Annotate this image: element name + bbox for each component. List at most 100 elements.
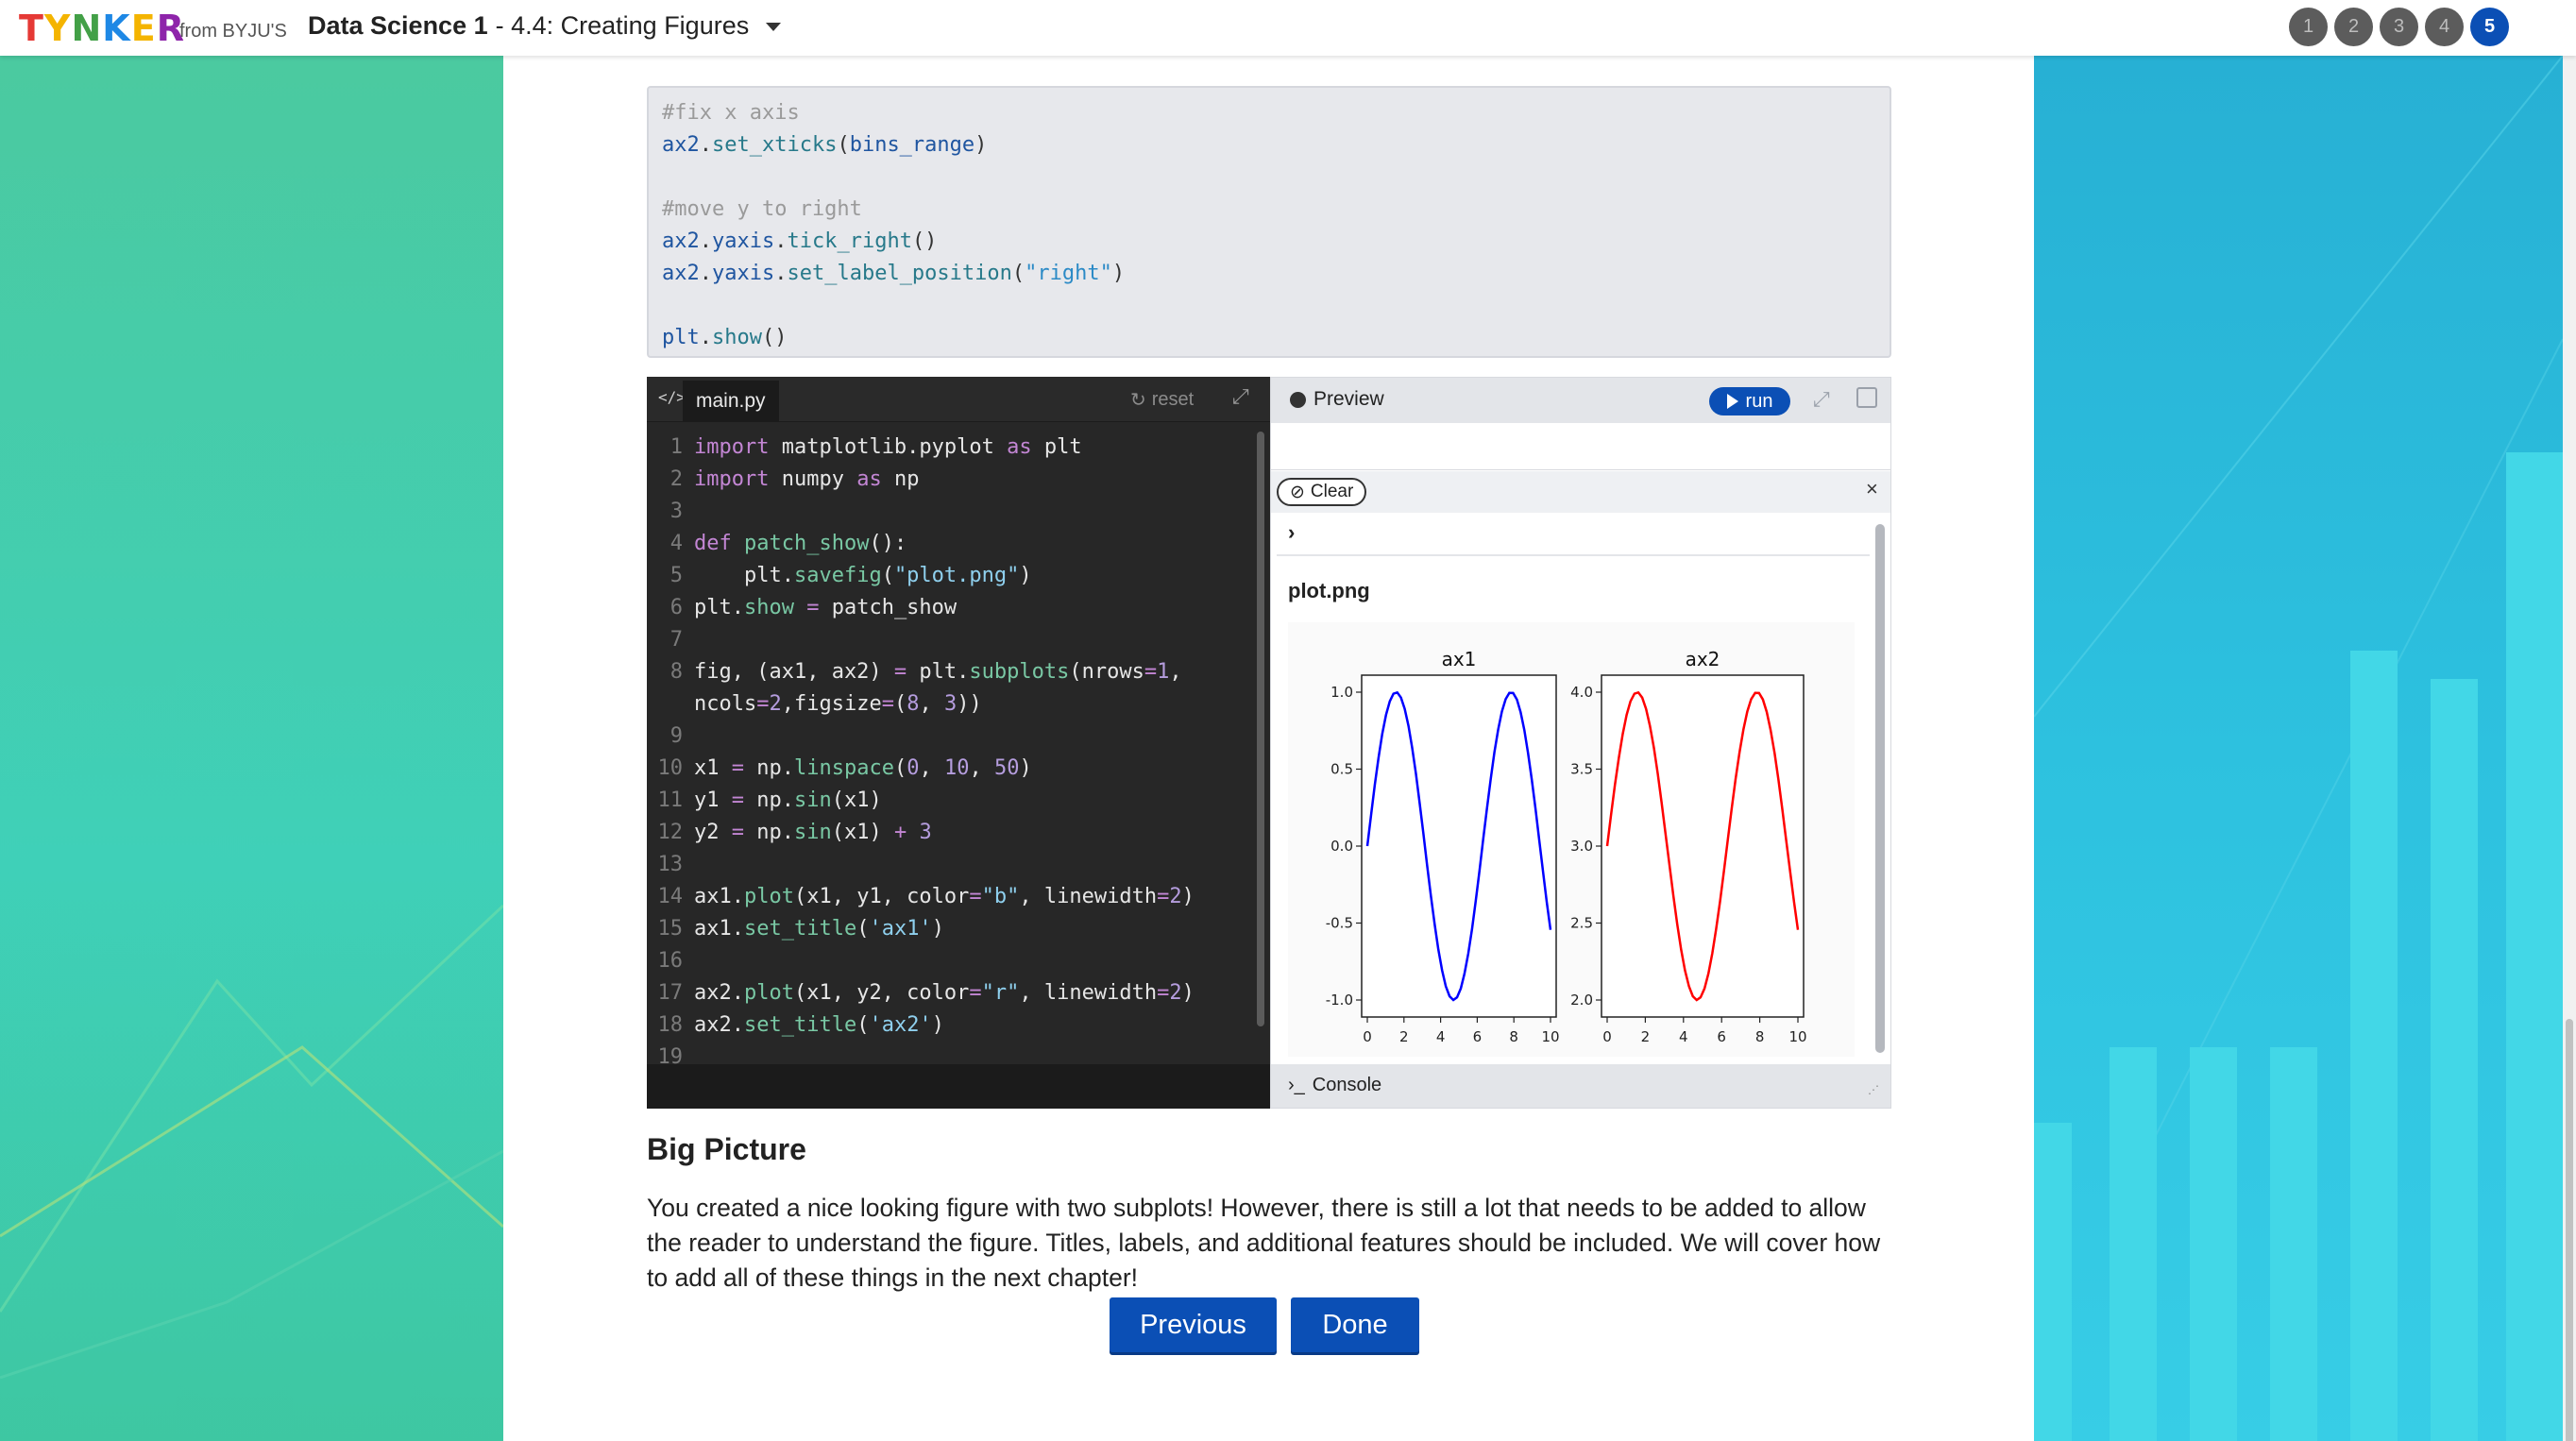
code-line: 18 ax2.set_title('ax2') <box>647 1009 1270 1042</box>
x-tick-label: 2 <box>1399 1028 1409 1045</box>
reset-label: reset <box>1151 389 1195 410</box>
step-3-button[interactable]: 3 <box>2380 8 2418 46</box>
plot-image: ax1 0 2 4 6 8 10 1.0 0.5 0.0 -0.5 -1.0 ax2 0 2 4 6 8 10 4.0… <box>1288 622 1855 1057</box>
code-snippet-line: ax2.yaxis.tick_right() <box>662 229 938 253</box>
done-button[interactable]: Done <box>1291 1297 1419 1352</box>
axes-frame <box>1361 674 1557 1018</box>
code-snippet-line <box>662 161 1876 194</box>
line-number: 9 <box>669 724 683 748</box>
from-byjus-label: from BYJU'S <box>179 21 287 42</box>
x-tick-label: 0 <box>1602 1028 1612 1045</box>
line-number: 14 <box>657 885 684 908</box>
y-tick-label: 1.0 <box>1330 684 1353 701</box>
code-snippet-line: ax2.yaxis.set_label_position("right") <box>662 262 1126 285</box>
line-number: 3 <box>669 500 683 523</box>
y-tick-label: 3.0 <box>1570 838 1593 855</box>
page-scrollbar-thumb[interactable] <box>2566 1019 2573 1441</box>
resize-grip-icon[interactable]: ⋰ <box>1868 1083 1883 1098</box>
section-paragraph: You created a nice looking figure with t… <box>647 1194 1881 1292</box>
line-number: 17 <box>657 981 684 1005</box>
logo-letter: E <box>130 8 157 49</box>
code-line: 2 import numpy as np <box>647 464 1270 496</box>
preview-title: Preview <box>1290 388 1384 411</box>
code-snippet-line: ax2.set_xticks(bins_range) <box>662 133 988 157</box>
console-output: › plot.png ax1 0 2 4 6 8 10 1.0 0.5 0.0 -0.5 -1.0 ax… <box>1271 513 1875 1060</box>
code-snippet: #fix x axis ax2.set_xticks(bins_range) #m… <box>647 86 1891 358</box>
line-number: 5 <box>669 564 683 587</box>
code-line: 14 ax1.plot(x1, y1, color="b", linewidth=… <box>647 881 1270 913</box>
background-left <box>0 56 503 1441</box>
file-tab-main-py[interactable]: main.py <box>683 381 779 422</box>
code-line: 10 x1 = np.linspace(0, 10, 50) <box>647 753 1270 785</box>
reset-button[interactable]: ↻ reset <box>1130 388 1194 412</box>
axes-title: ax2 <box>1686 648 1720 670</box>
console-bar[interactable]: ›_ Console ⋰ <box>1271 1064 1890 1108</box>
axes-title: ax1 <box>1442 648 1477 670</box>
y-tick-label: 0.0 <box>1330 838 1353 855</box>
tynker-logo[interactable]: TYNKER <box>19 8 185 49</box>
step-5-button[interactable]: 5 <box>2470 8 2509 46</box>
code-text-area[interactable]: 1 import matplotlib.pyplot as plt 2 import … <box>647 422 1270 1064</box>
line-number: 11 <box>657 788 684 812</box>
section-title: Big Picture <box>647 1132 806 1166</box>
code-line: 16 <box>647 945 1270 977</box>
console-label: Console <box>1312 1075 1382 1095</box>
popout-icon[interactable] <box>1856 387 1877 408</box>
code-line: ncols=2,figsize=(8, 3)) <box>694 692 982 716</box>
code-line: 11 y1 = np.sin(x1) <box>647 785 1270 817</box>
code-line: 8 fig, (ax1, ax2) = plt.subplots(nrows=1, <box>647 656 1270 688</box>
axes-frame <box>1601 674 1805 1018</box>
code-line: 13 <box>647 849 1270 881</box>
line-number: 19 <box>657 1045 684 1064</box>
clear-button[interactable]: ⊘ Clear <box>1277 478 1367 506</box>
close-icon[interactable]: × <box>1866 477 1878 501</box>
step-2-button[interactable]: 2 <box>2334 8 2373 46</box>
logo-letter: N <box>71 8 103 49</box>
x-tick-label: 6 <box>1717 1028 1726 1045</box>
line-number: 6 <box>669 596 683 619</box>
clear-label: Clear <box>1310 482 1354 501</box>
course-title-dropdown[interactable]: Data Science 1 - 4.4: Creating Figures <box>308 11 782 41</box>
subplots-chart: ax1 0 2 4 6 8 10 1.0 0.5 0.0 -0.5 -1.0 ax2 0 2 4 6 8 10 4.0… <box>1326 648 1807 1045</box>
y-tick-label: 0.5 <box>1330 761 1353 778</box>
run-button[interactable]: run <box>1709 387 1790 415</box>
console-scrollbar[interactable] <box>1875 524 1885 1053</box>
code-line: 15 ax1.set_title('ax1') <box>647 913 1270 945</box>
y-tick-label: 3.5 <box>1570 761 1593 778</box>
step-1-button[interactable]: 1 <box>2289 8 2328 46</box>
code-snippet-line: #fix x axis <box>662 101 800 125</box>
x-tick-label: 2 <box>1641 1028 1651 1045</box>
preview-output-area <box>1271 423 1890 470</box>
logo-letter: Y <box>43 8 72 49</box>
line-number: 16 <box>657 949 684 973</box>
x-tick-label: 8 <box>1755 1028 1765 1045</box>
line-number: 15 <box>657 917 684 941</box>
prompt-chevron-icon: › <box>1288 520 1296 544</box>
code-line: 12 y2 = np.sin(x1) + 3 <box>647 817 1270 849</box>
x-tick-label: 10 <box>1541 1028 1559 1045</box>
previous-button[interactable]: Previous <box>1110 1297 1277 1352</box>
divider <box>1277 554 1870 556</box>
code-line: 19 <box>647 1042 1270 1064</box>
x-tick-label: 10 <box>1788 1028 1806 1045</box>
console-toolbar: ⊘ Clear × <box>1271 471 1890 513</box>
step-4-button[interactable]: 4 <box>2425 8 2464 46</box>
line-number: 1 <box>669 435 683 459</box>
expand-icon[interactable]: ⤢ <box>1232 384 1249 409</box>
terminal-icon: ›_ <box>1288 1075 1305 1095</box>
page-scrollbar[interactable] <box>2563 56 2576 1441</box>
run-label: run <box>1745 390 1773 412</box>
chevron-down-icon <box>766 23 782 31</box>
code-snippet-line: plt.show() <box>662 326 788 349</box>
line-number: 10 <box>657 756 684 780</box>
line-number: 7 <box>669 628 683 652</box>
expand-preview-icon[interactable]: ⤢ <box>1813 387 1830 412</box>
output-file-name: plot.png <box>1288 579 1370 602</box>
line-number: 8 <box>669 660 683 684</box>
editor-scrollbar[interactable] <box>1257 432 1264 1026</box>
x-tick-label: 6 <box>1473 1028 1483 1045</box>
preview-header: Preview run ⤢ <box>1271 378 1890 423</box>
tynker-logo-text: TYNKER <box>19 8 185 49</box>
code-line: 5 plt.savefig("plot.png") <box>647 560 1270 592</box>
globe-icon <box>1290 391 1306 408</box>
